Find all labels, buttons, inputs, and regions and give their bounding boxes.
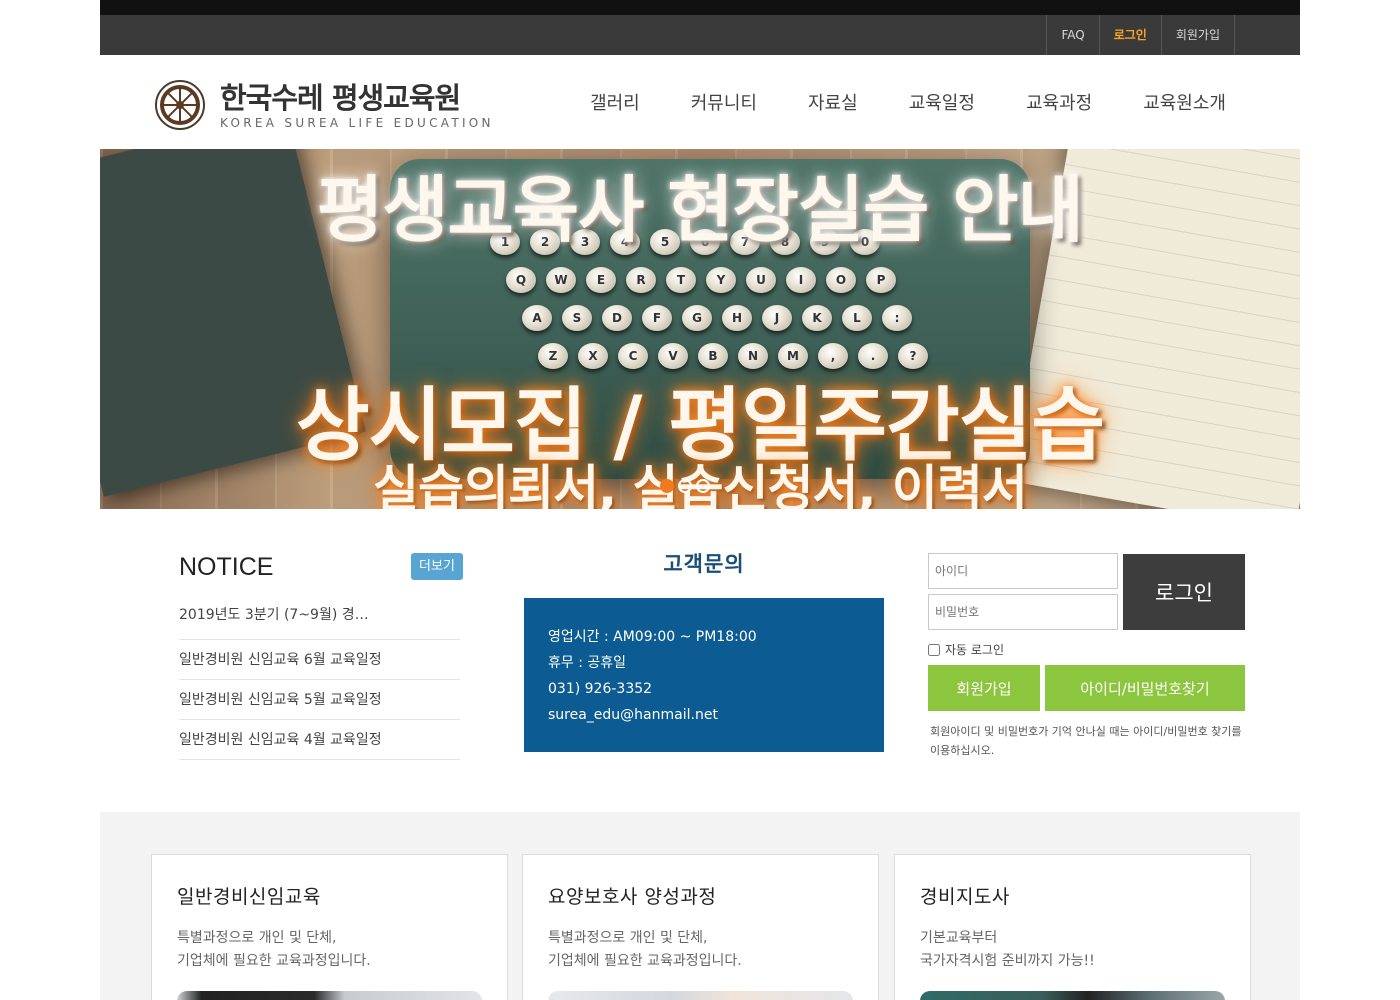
logo-subtitle: KOREA SUREA LIFE EDUCATION	[220, 115, 494, 130]
course-image	[177, 991, 482, 1000]
nav-courses[interactable]: 교육과정	[1026, 89, 1092, 115]
course-image	[548, 991, 853, 1000]
banner-dot[interactable]	[696, 479, 710, 493]
nav-about[interactable]: 교육원소개	[1143, 89, 1226, 115]
typewriter-key: I	[786, 267, 816, 293]
logo-text: 한국수레 평생교육원 KOREA SUREA LIFE EDUCATION	[220, 81, 494, 130]
login-button[interactable]: 로그인	[1123, 554, 1245, 630]
email-address: surea_edu@hanmail.net	[548, 707, 718, 723]
notice-list: 2019년도 3분기 (7~9월) 경… 일반경비원 신임교육 6월 교육일정 …	[179, 602, 460, 760]
typewriter-key: F	[642, 305, 672, 331]
auto-login-label: 자동 로그인	[945, 643, 1005, 657]
join-button[interactable]: 회원가입	[928, 665, 1040, 711]
course-description: 특별과정으로 개인 및 단체, 기업체에 필요한 교육과정입니다.	[177, 930, 371, 969]
typewriter-key: P	[866, 267, 896, 293]
typewriter-key: S	[562, 305, 592, 331]
course-section: 일반경비신임교육 특별과정으로 개인 및 단체, 기업체에 필요한 교육과정입니…	[100, 812, 1300, 1000]
site-logo[interactable]: 한국수레 평생교육원 KOREA SUREA LIFE EDUCATION	[154, 79, 494, 131]
top-strip	[100, 0, 1300, 15]
util-join-link[interactable]: 회원가입	[1160, 15, 1235, 55]
notice-item[interactable]: 일반경비원 신임교육 4월 교육일정	[179, 720, 460, 760]
course-title: 요양보호사 양성과정	[548, 886, 717, 908]
key-row: ASDFGHJKL:	[522, 305, 1010, 331]
course-card-caregiver[interactable]: 요양보호사 양성과정 특별과정으로 개인 및 단체, 기업체에 필요한 교육과정…	[522, 854, 879, 1000]
notice-item[interactable]: 일반경비원 신임교육 6월 교육일정	[179, 640, 460, 680]
nav-archive[interactable]: 자료실	[808, 89, 858, 115]
typewriter-key: E	[586, 267, 616, 293]
course-title: 경비지도사	[920, 886, 1010, 908]
util-login-link[interactable]: 로그인	[1098, 15, 1161, 55]
notice-item[interactable]: 일반경비원 신임교육 5월 교육일정	[179, 680, 460, 720]
page: FAQ 로그인 회원가입 한국수레 평생교육원 KOREA SUREA LIFE…	[100, 0, 1300, 1000]
utility-menu: FAQ 로그인 회원가입	[1046, 15, 1235, 55]
customer-info-box: 영업시간 : AM09:00 ~ PM18:00 휴무 : 공휴일 031) 9…	[524, 598, 884, 752]
nav-gallery[interactable]: 갤러리	[590, 89, 640, 115]
course-card-security-instructor[interactable]: 경비지도사 기본교육부터 국가자격시험 준비까지 가능!!	[894, 854, 1251, 1000]
typewriter-key: K	[802, 305, 832, 331]
header: 한국수레 평생교육원 KOREA SUREA LIFE EDUCATION 갤러…	[100, 55, 1300, 149]
wheel-logo-icon	[155, 80, 205, 130]
holiday-info: 휴무 : 공휴일	[548, 655, 627, 671]
typewriter-key: G	[682, 305, 712, 331]
typewriter-key: T	[666, 267, 696, 293]
notice-more-button[interactable]: 더보기	[411, 553, 463, 580]
typewriter-key: O	[826, 267, 856, 293]
course-description: 기본교육부터 국가자격시험 준비까지 가능!!	[920, 930, 1095, 969]
typewriter-key: Y	[706, 267, 736, 293]
typewriter-key: U	[746, 267, 776, 293]
customer-title: 고객문의	[663, 552, 745, 576]
banner-pagination	[660, 479, 714, 493]
typewriter-key: A	[522, 305, 552, 331]
course-card-security-training[interactable]: 일반경비신임교육 특별과정으로 개인 및 단체, 기업체에 필요한 교육과정입니…	[151, 854, 508, 1000]
nav-community[interactable]: 커뮤니티	[691, 89, 757, 115]
logo-title: 한국수레 평생교육원	[220, 80, 461, 115]
course-image	[920, 991, 1225, 1000]
typewriter-key: J	[762, 305, 792, 331]
typewriter-key: H	[722, 305, 752, 331]
login-help-text: 회원아이디 및 비밀번호가 기억 안나실 때는 아이디/비밀번호 찾기를 이용하…	[930, 725, 1242, 757]
typewriter-key: W	[546, 267, 576, 293]
business-hours: 영업시간 : AM09:00 ~ PM18:00	[548, 629, 757, 645]
nav-schedule[interactable]: 교육일정	[909, 89, 975, 115]
typewriter-key: R	[626, 267, 656, 293]
util-faq-link[interactable]: FAQ	[1046, 15, 1098, 55]
find-account-button[interactable]: 아이디/비밀번호찾기	[1045, 665, 1245, 711]
typewriter-key: L	[842, 305, 872, 331]
auto-login-checkbox[interactable]	[928, 643, 940, 656]
typewriter-key: :	[882, 305, 912, 331]
password-input[interactable]	[928, 594, 1118, 630]
main-banner[interactable]: 1 2 3 4 5 6 7 8 9 0 Q W E R T Y U I O P A S D F G H J K L: Z X C V B N M,.?…	[100, 149, 1300, 509]
banner-dot[interactable]	[660, 479, 674, 493]
main-nav: 갤러리 커뮤니티 자료실 교육일정 교육과정 교육원소개	[539, 89, 1226, 115]
auto-login-option[interactable]: 자동 로그인	[928, 641, 1004, 658]
typewriter-key: Q	[506, 267, 536, 293]
phone-number: 031) 926-3352	[548, 681, 653, 697]
notice-panel: NOTICE 더보기 2019년도 3분기 (7~9월) 경… 일반경비원 신임…	[179, 553, 463, 760]
course-description: 특별과정으로 개인 및 단체, 기업체에 필요한 교육과정입니다.	[548, 930, 742, 969]
banner-dot[interactable]	[678, 479, 692, 493]
key-row: QWERTYUIOP	[506, 267, 1010, 293]
course-title: 일반경비신임교육	[177, 886, 321, 908]
typewriter-key: D	[602, 305, 632, 331]
banner-headline: 평생교육사 현장실습 안내	[317, 168, 1084, 252]
notice-item[interactable]: 2019년도 3분기 (7~9월) 경…	[179, 602, 460, 640]
utility-bar: FAQ 로그인 회원가입	[100, 15, 1300, 55]
id-input[interactable]	[928, 553, 1118, 589]
